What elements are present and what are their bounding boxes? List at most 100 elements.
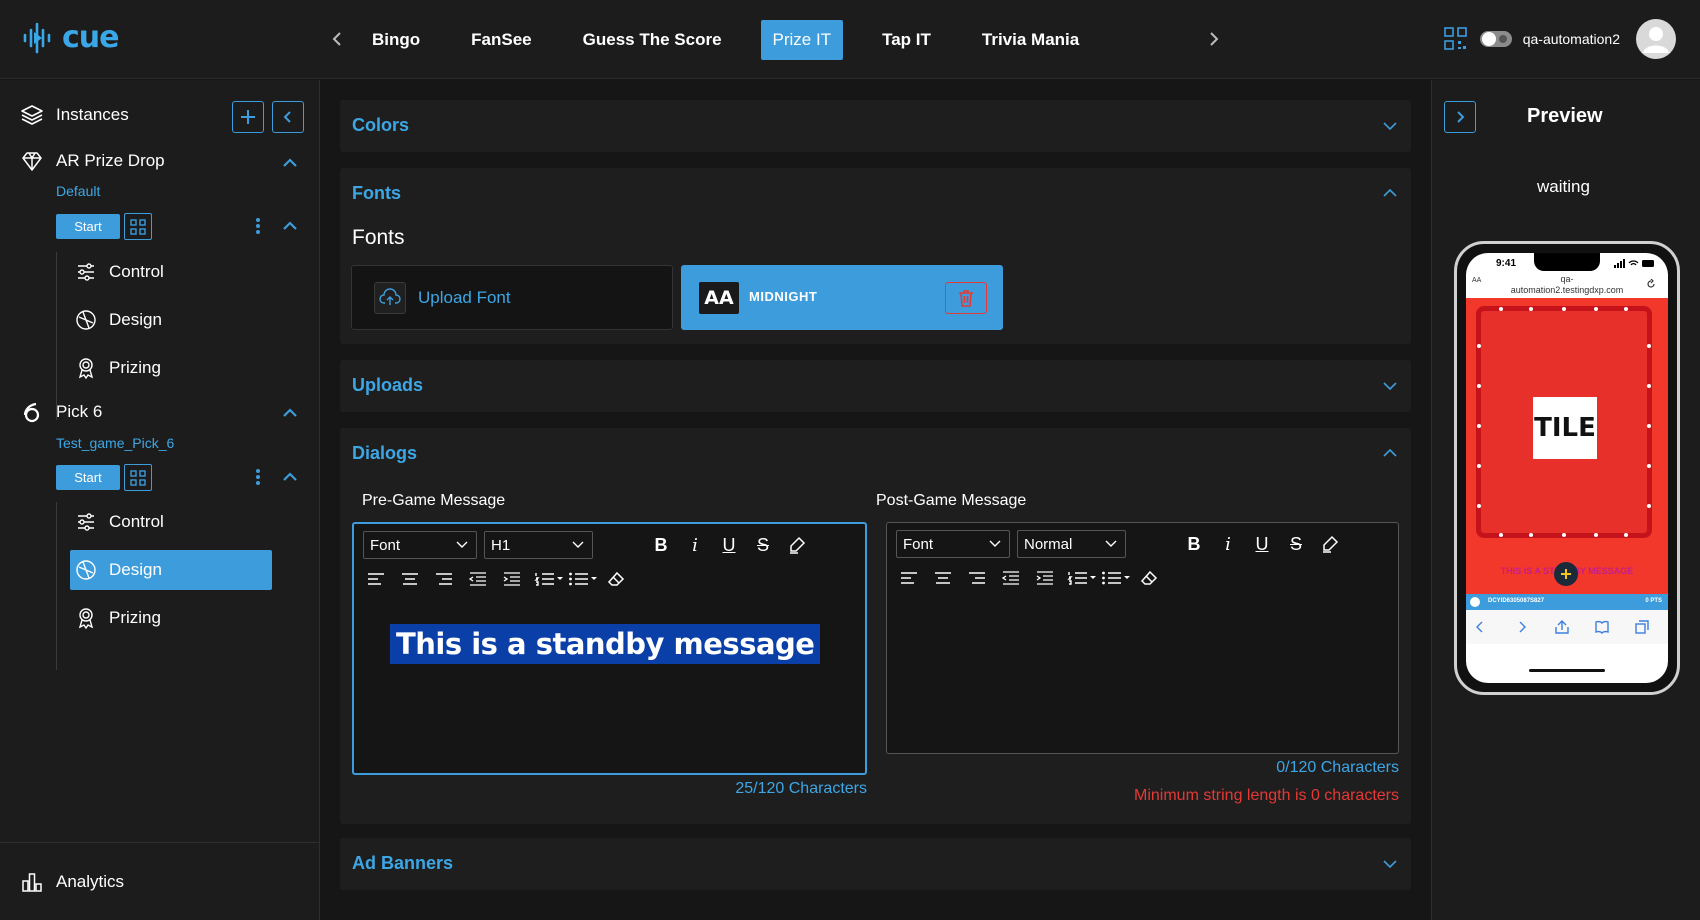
sidebar-item-control[interactable]: Control [70, 252, 272, 292]
text-size-select[interactable]: Normal [1017, 530, 1126, 558]
tab-prize-it[interactable]: Prize IT [760, 20, 844, 60]
align-right-button[interactable] [431, 566, 457, 592]
underline-button[interactable]: U [1249, 531, 1275, 557]
italic-button[interactable]: i [1215, 531, 1241, 557]
pre-game-message-editor[interactable]: Font H1 B i U S This is a standby messag… [352, 522, 867, 775]
eraser-icon [1140, 570, 1158, 585]
qr-code-button[interactable] [124, 213, 152, 240]
collapse-group-button[interactable] [280, 403, 300, 423]
add-instance-button[interactable] [232, 101, 264, 133]
heading-size-select[interactable]: H1 [484, 531, 593, 559]
user-area: qa-automation2 [1443, 18, 1676, 60]
palette-icon [76, 310, 96, 330]
diamond-icon [22, 152, 42, 171]
bold-button[interactable]: B [648, 532, 674, 558]
bold-button[interactable]: B [1181, 531, 1207, 557]
underline-icon: U [1255, 533, 1269, 554]
pre-game-char-counter: 25/120 Characters [735, 780, 867, 797]
tile-card[interactable]: TILE [1533, 397, 1597, 459]
bullet-list-button[interactable] [567, 566, 599, 592]
italic-button[interactable]: i [682, 532, 708, 558]
strikethrough-button[interactable]: S [750, 532, 776, 558]
add-button[interactable] [1554, 562, 1578, 586]
qr-code-button[interactable] [124, 464, 152, 491]
tab-trivia-mania[interactable]: Trivia Mania [970, 20, 1091, 60]
indent-button[interactable] [1032, 565, 1058, 591]
more-options-button[interactable] [252, 466, 264, 488]
instance-group-pick-6[interactable]: Pick 6 [20, 400, 102, 424]
sidebar-item-control[interactable]: Control [70, 502, 272, 542]
delete-font-button[interactable] [945, 282, 987, 314]
font-preview-badge: AA [699, 282, 739, 314]
collapse-menu-button[interactable] [280, 216, 300, 236]
post-game-message-editor[interactable]: Font Normal B i U S [886, 522, 1399, 754]
ordered-list-button[interactable] [533, 566, 565, 592]
align-center-button[interactable] [397, 566, 423, 592]
align-left-button[interactable] [363, 566, 389, 592]
font-card-midnight[interactable]: AA MIDNIGHT [681, 265, 1003, 330]
qr-settings-button[interactable] [1443, 26, 1469, 52]
tab-guess-the-score[interactable]: Guess The Score [571, 20, 734, 60]
instance-subtitle[interactable]: Default [56, 183, 100, 199]
tab-tap-it[interactable]: Tap IT [870, 20, 943, 60]
colors-panel[interactable]: Colors [340, 100, 1411, 152]
ad-banners-panel[interactable]: Ad Banners [340, 838, 1411, 890]
outdent-button[interactable] [465, 566, 491, 592]
sidebar-item-prizing[interactable]: Prizing [70, 598, 272, 638]
tabs-scroll-left-button[interactable] [326, 28, 348, 50]
highlight-button[interactable] [784, 532, 810, 558]
ordered-list-button[interactable] [1066, 565, 1098, 591]
uploads-panel[interactable]: Uploads [340, 360, 1411, 412]
more-options-button[interactable] [252, 215, 264, 237]
font-select-value: Font [370, 536, 401, 554]
collapse-menu-button[interactable] [280, 467, 300, 487]
phone-mockup: 9:41 AA qa- automation2.testingdxp.com T… [1454, 241, 1680, 695]
chevron-up-icon [1383, 448, 1397, 457]
url-bar[interactable]: qa- automation2.testingdxp.com [1466, 274, 1668, 296]
tree-connector [56, 252, 57, 420]
clear-format-button[interactable] [603, 566, 629, 592]
sidebar-item-design-active[interactable]: Design [70, 550, 272, 590]
underline-button[interactable]: U [716, 532, 742, 558]
start-button[interactable]: Start [56, 465, 120, 490]
expand-button[interactable] [1381, 377, 1399, 395]
home-indicator [1529, 669, 1605, 672]
collapse-group-button[interactable] [280, 153, 300, 173]
expand-button[interactable] [1381, 117, 1399, 135]
align-left-button[interactable] [896, 565, 922, 591]
font-select[interactable]: Font [896, 530, 1010, 558]
bullet-list-button[interactable] [1100, 565, 1132, 591]
align-right-button[interactable] [964, 565, 990, 591]
browser-nav-icons[interactable] [1476, 620, 1658, 634]
instance-subtitle[interactable]: Test_game_Pick_6 [56, 435, 174, 451]
strikethrough-button[interactable]: S [1283, 531, 1309, 557]
collapse-button[interactable] [1381, 444, 1399, 462]
tree-connector [56, 502, 57, 670]
collapse-preview-button[interactable] [1444, 101, 1476, 133]
tab-bingo[interactable]: Bingo [360, 20, 432, 60]
clear-format-button[interactable] [1136, 565, 1162, 591]
cue-logo[interactable]: cue [22, 20, 119, 56]
indent-button[interactable] [499, 566, 525, 592]
outdent-button[interactable] [998, 565, 1024, 591]
avatar[interactable] [1636, 19, 1676, 59]
highlight-button[interactable] [1317, 531, 1343, 557]
start-button[interactable]: Start [56, 214, 120, 239]
sidebar-item-design[interactable]: Design [70, 300, 272, 340]
chevron-up-icon [283, 472, 297, 481]
font-select[interactable]: Font [363, 531, 477, 559]
qr-code-icon [130, 218, 146, 235]
expand-button[interactable] [1381, 855, 1399, 873]
collapse-button[interactable] [1381, 184, 1399, 202]
tabs-scroll-right-button[interactable] [1203, 28, 1225, 50]
align-center-button[interactable] [930, 565, 956, 591]
theme-toggle[interactable] [1479, 29, 1513, 49]
analytics-link[interactable]: Analytics [20, 870, 124, 894]
collapse-sidebar-button[interactable] [272, 101, 304, 133]
upload-font-button[interactable]: Upload Font [351, 265, 673, 330]
tab-fansee[interactable]: FanSee [459, 20, 543, 60]
sidebar-item-prizing[interactable]: Prizing [70, 348, 272, 388]
instance-group-ar-prize-drop[interactable]: AR Prize Drop [20, 149, 165, 173]
phone-screen: 9:41 AA qa- automation2.testingdxp.com T… [1466, 253, 1668, 683]
game-canvas[interactable]: TILE THIS IS A STANDBY MESSAGE [1466, 298, 1668, 601]
